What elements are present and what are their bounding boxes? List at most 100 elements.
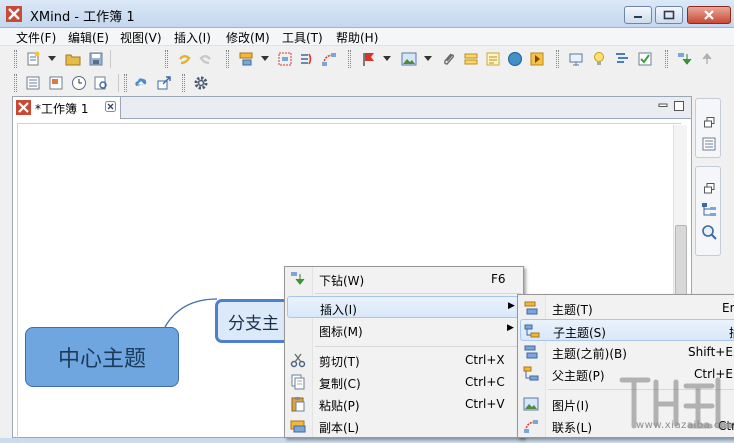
tab-title: *工作簿 1 <box>35 102 89 116</box>
menu-separator <box>315 293 521 294</box>
menu-file[interactable]: 文件(F) <box>16 29 56 46</box>
menu-item-insert[interactable]: 插入(I) ▶ <box>287 296 521 318</box>
toolbar-grip[interactable] <box>14 74 17 92</box>
gantt-icon[interactable] <box>613 50 631 68</box>
presentation-icon[interactable] <box>567 50 585 68</box>
context-menu: 下钻(W) F6 插入(I) ▶ 图标(M) ▶ 剪切(T) Ctrl+X 复制… <box>284 266 524 438</box>
copy-icon <box>290 374 306 390</box>
submenu-item-topic[interactable]: 主题(T) En <box>520 297 734 319</box>
minimize-button[interactable] <box>624 6 652 24</box>
menu-help[interactable]: 帮助(H) <box>336 29 378 46</box>
menu-item-copy[interactable]: 复制(C) Ctrl+C <box>287 371 521 393</box>
menu-modify[interactable]: 修改(M) <box>226 29 270 46</box>
chevron-down-icon[interactable] <box>378 50 396 68</box>
submenu-item-topic-before[interactable]: 主题(之前)(B) Shift+En <box>520 341 734 363</box>
menu-item-drill-down[interactable]: 下钻(W) F6 <box>287 268 521 290</box>
secondary-toolbar <box>0 72 734 94</box>
submenu-arrow-icon: ▶ <box>508 301 515 311</box>
hyperlink-globe-icon[interactable] <box>506 50 524 68</box>
window-title: XMind - 工作簿 1 <box>30 10 135 25</box>
paste-icon <box>290 396 306 412</box>
toolbar-grip[interactable] <box>665 50 668 68</box>
central-topic[interactable]: 中心主题 <box>25 327 179 387</box>
clock-icon[interactable] <box>70 74 88 92</box>
menu-view[interactable]: 视图(V) <box>120 29 162 46</box>
minimize-pane-icon[interactable] <box>657 100 669 115</box>
menu-item-shortcut: Ctrl+C <box>465 375 505 389</box>
menu-item-label: 父主题(P) <box>552 369 605 383</box>
export-icon[interactable] <box>155 74 173 92</box>
add-topic-icon[interactable] <box>237 50 255 68</box>
toolbar-grip[interactable] <box>14 50 17 68</box>
side-panel-group <box>695 166 721 256</box>
marker-flag-icon[interactable] <box>359 50 377 68</box>
image-icon[interactable] <box>400 50 418 68</box>
new-workbook-icon[interactable] <box>24 50 42 68</box>
toolbar-grip[interactable] <box>556 50 559 68</box>
boundary-icon[interactable] <box>276 50 294 68</box>
tab-workbook[interactable]: *工作簿 1 <box>13 97 121 119</box>
picture-icon <box>523 396 539 412</box>
preview-icon[interactable] <box>92 74 110 92</box>
outline-view-icon[interactable] <box>24 74 42 92</box>
audio-icon[interactable] <box>528 50 546 68</box>
maximize-button[interactable] <box>655 6 683 24</box>
open-icon[interactable] <box>64 50 82 68</box>
app-window: XMind - 工作簿 1 文件(F) 编辑(E) 视图(V) 插入(I) 修改… <box>0 0 734 443</box>
attachment-icon[interactable] <box>440 50 458 68</box>
menu-item-duplicate[interactable]: 副本(L) <box>287 415 521 437</box>
side-panel-group <box>695 98 721 158</box>
overview-icon[interactable] <box>47 74 65 92</box>
idea-bulb-icon[interactable] <box>590 50 608 68</box>
menu-item-label: 下钻(W) <box>319 274 365 288</box>
menu-item-label: 粘贴(P) <box>319 399 360 413</box>
submenu-item-subtopic[interactable]: 子主题(S) 插 <box>520 319 734 341</box>
toolbar-grip[interactable] <box>226 50 229 68</box>
menu-edit[interactable]: 编辑(E) <box>68 29 109 46</box>
structure-icon[interactable] <box>700 201 718 219</box>
menu-item-paste[interactable]: 粘贴(P) Ctrl+V <box>287 393 521 415</box>
toolbar-separator <box>118 74 119 92</box>
toolbar-grip[interactable] <box>165 50 168 68</box>
redo-icon[interactable] <box>197 50 215 68</box>
menu-item-label: 主题(之前)(B) <box>552 347 627 361</box>
settings-gear-icon[interactable] <box>192 74 210 92</box>
menu-bar: 文件(F) 编辑(E) 视图(V) 插入(I) 修改(M) 工具(T) 帮助(H… <box>0 28 734 46</box>
menu-item-shortcut: 插 <box>729 324 734 341</box>
outline-view-icon[interactable] <box>700 135 718 153</box>
menu-item-shortcut: Ctrl+V <box>465 397 505 411</box>
drill-down-icon <box>290 271 306 287</box>
subtopic-icon <box>524 323 540 339</box>
notes-icon[interactable] <box>484 50 502 68</box>
chevron-down-icon[interactable] <box>256 50 274 68</box>
menu-insert[interactable]: 插入(I) <box>174 29 211 46</box>
duplicate-icon <box>290 418 306 434</box>
restore-icon[interactable] <box>700 179 718 197</box>
label-icon[interactable] <box>462 50 480 68</box>
drill-up-icon[interactable] <box>698 50 716 68</box>
menu-item-shortcut: F6 <box>491 272 506 286</box>
undo-icon[interactable] <box>175 50 193 68</box>
toolbar-grip[interactable] <box>348 50 351 68</box>
summary-icon[interactable] <box>298 50 316 68</box>
menu-item-icon[interactable]: 图标(M) ▶ <box>287 319 521 341</box>
relationship-icon[interactable] <box>320 50 338 68</box>
task-icon[interactable] <box>636 50 654 68</box>
toolbar-grip[interactable] <box>182 74 185 92</box>
parent-topic-icon <box>523 366 539 382</box>
close-button[interactable] <box>687 6 731 24</box>
maximize-pane-icon[interactable] <box>673 100 685 115</box>
share-upload-icon[interactable] <box>132 74 150 92</box>
drill-down-icon[interactable] <box>676 50 694 68</box>
toolbar-grip[interactable] <box>124 74 127 92</box>
search-icon[interactable] <box>700 223 718 241</box>
menu-item-cut[interactable]: 剪切(T) Ctrl+X <box>287 349 521 371</box>
menu-tools[interactable]: 工具(T) <box>282 29 323 46</box>
save-icon[interactable] <box>87 50 105 68</box>
restore-icon[interactable] <box>700 113 718 131</box>
chevron-down-icon[interactable] <box>419 50 437 68</box>
chevron-down-icon[interactable] <box>43 50 61 68</box>
menu-item-label: 主题(T) <box>552 303 593 317</box>
menu-item-label: 图标(M) <box>319 325 363 339</box>
close-icon[interactable] <box>105 101 116 115</box>
